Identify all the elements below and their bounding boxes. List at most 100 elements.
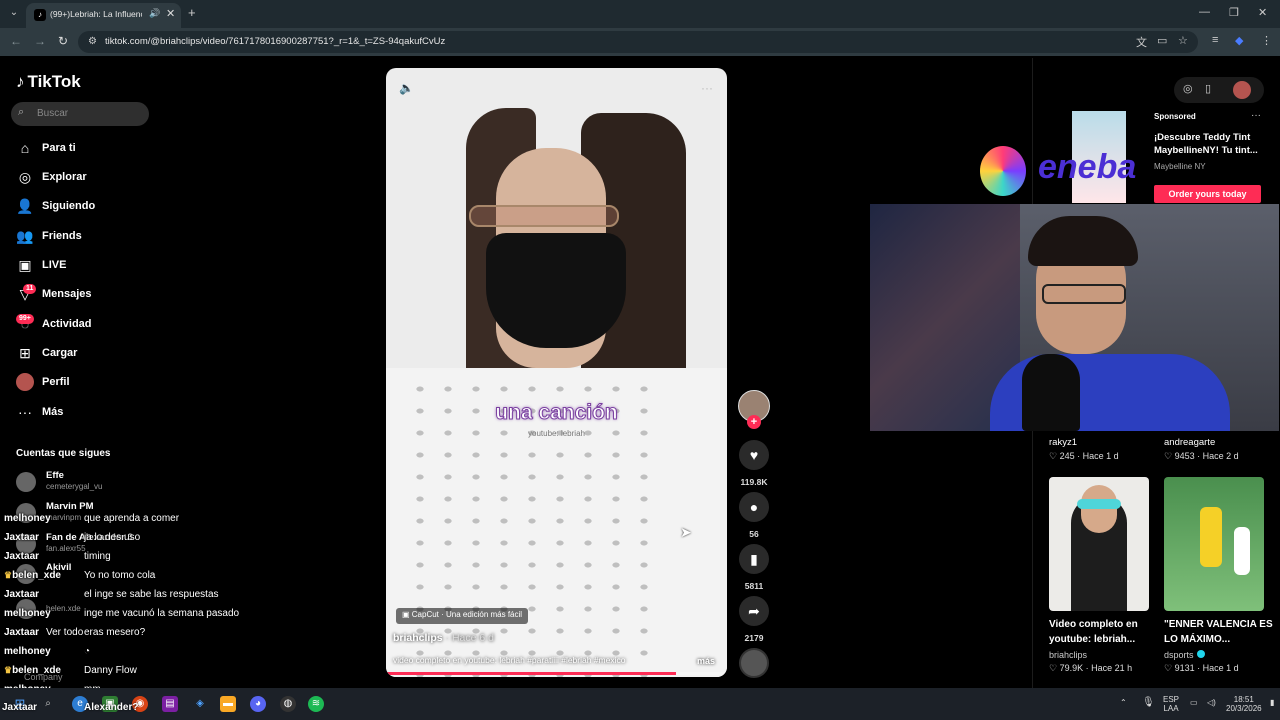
card-title[interactable]: "ENNER VALENCIA ES LO MÁXIMO... <box>1164 617 1274 647</box>
volume-icon[interactable]: ◁) <box>1207 698 1216 707</box>
webcam-glasses <box>1042 284 1126 304</box>
ad-cta-button[interactable]: Order yours today <box>1154 185 1261 203</box>
mic-icon[interactable]: 🎙 <box>1142 698 1155 708</box>
chat-text: el inge se sabe las respuestas <box>84 589 219 600</box>
thumb-player <box>1200 507 1222 567</box>
video-author[interactable]: briahclips · Hace 6 d <box>393 632 494 644</box>
card-likes: 9453 <box>1174 451 1195 461</box>
video-thumbnail[interactable] <box>1049 477 1149 611</box>
chat-user: melhoney <box>4 608 51 619</box>
chat-text: ja lo des uso <box>84 532 141 543</box>
translate-icon[interactable]: 文 <box>1136 34 1147 50</box>
reload-icon[interactable]: ↻ <box>58 34 68 48</box>
comment-button[interactable]: ● <box>739 492 769 522</box>
clock[interactable]: 18:51 20/3/2026 <box>1226 695 1262 713</box>
share-button[interactable]: ➦ <box>739 596 769 626</box>
search-input[interactable]: ⌕ Buscar <box>11 102 149 126</box>
more-link[interactable]: más <box>697 656 715 666</box>
followed-account[interactable]: Effe cemeterygal_vu <box>16 470 156 494</box>
music-disc-icon[interactable] <box>739 648 769 678</box>
heart-outline-icon: ♡ <box>1164 663 1175 673</box>
bookmark-icon: ▮ <box>750 551 758 567</box>
window-close-icon[interactable]: ✕ <box>1258 6 1267 19</box>
card-stats: ♡ 9453 · Hace 2 d <box>1164 451 1239 461</box>
restore-icon[interactable]: ❐ <box>1229 6 1239 19</box>
profile-icon <box>16 373 34 391</box>
language-indicator[interactable]: ESP LAA <box>1163 695 1179 713</box>
nav-label: Explorar <box>42 171 87 183</box>
ad-more-icon[interactable]: ··· <box>1251 110 1261 121</box>
chat-text: eras mesero? <box>84 627 146 638</box>
progress-bar[interactable] <box>386 672 727 675</box>
save-button[interactable]: ▮ <box>739 544 769 574</box>
thumb-head <box>1081 485 1117 533</box>
chat-user: belen_xde <box>12 665 61 676</box>
more-icon: ··· <box>18 404 32 420</box>
tab-search-icon[interactable]: ⌄ <box>6 5 22 21</box>
clock-time: 18:51 <box>1233 695 1254 704</box>
capcut-label: CapCut · Una edición más fácil <box>411 610 523 619</box>
webcam-overlay <box>870 204 1279 431</box>
ad-title[interactable]: ¡Descubre Teddy Tint MaybellineNY! Tu ti… <box>1154 131 1264 157</box>
new-tab-icon[interactable]: + <box>188 5 196 20</box>
close-icon[interactable]: ✕ <box>166 7 175 20</box>
browser-tab[interactable]: ♪ (99+)Lebriah: La Influencia 🔊 ✕ <box>26 3 181 28</box>
eneba-logo-icon <box>980 146 1026 196</box>
obs-icon[interactable]: ◍ <box>280 696 296 712</box>
card-author[interactable]: briahclips <box>1049 650 1087 660</box>
back-icon[interactable]: ← <box>10 34 22 48</box>
card-title[interactable]: Video completo en youtube: lebriah... <box>1049 617 1159 647</box>
author-name: briahclips <box>393 632 443 644</box>
card-author[interactable]: dsports <box>1164 650 1205 660</box>
phone-icon[interactable]: ▯ <box>1205 82 1211 95</box>
browser-menu-icon[interactable]: ⋮ <box>1261 34 1272 47</box>
compass-icon[interactable]: ◎ <box>1183 82 1193 95</box>
chat-user: belen_xde <box>12 570 61 581</box>
chat-text: que aprenda a comer <box>84 513 180 524</box>
user-avatar[interactable] <box>1233 81 1251 99</box>
search-icon[interactable]: ⌕ <box>40 696 56 712</box>
video-player[interactable]: 🔈 ··· una canción youtube: lebriah ▣ Cap… <box>386 68 727 677</box>
tiktok-logo[interactable]: ♪ TikTok <box>16 72 81 92</box>
follow-plus-icon[interactable]: + <box>747 415 761 429</box>
video-thumbnail[interactable] <box>1164 477 1264 611</box>
chat-message: melhoney ◔ <box>4 646 284 662</box>
capcut-badge[interactable]: ▣ CapCut · Una edición más fácil <box>396 608 529 624</box>
app-icon[interactable]: ▤ <box>162 696 178 712</box>
network-icon[interactable]: ▭ <box>1190 698 1198 707</box>
minimize-icon[interactable]: — <box>1199 6 1210 18</box>
bookmark-star-icon[interactable]: ☆ <box>1178 34 1188 47</box>
forward-icon[interactable]: → <box>34 34 46 48</box>
card-author[interactable]: andreagarte <box>1164 437 1215 448</box>
site-info-icon[interactable]: ⚙ <box>88 36 97 47</box>
chat-message: ♛belen_xde Danny Flow <box>4 665 284 681</box>
ver-todo-link[interactable]: Ver todo <box>46 627 83 638</box>
tab-list-icon[interactable]: ≡ <box>1212 34 1218 46</box>
notification-icon[interactable]: ▮ <box>1270 698 1274 707</box>
upload-icon: ⊞ <box>19 345 31 361</box>
nav-label: Actividad <box>42 318 92 330</box>
vscode-icon[interactable]: ◈ <box>192 696 208 712</box>
folder-icon[interactable]: ▬ <box>220 696 236 712</box>
card-time: Hace 1 d <box>1082 451 1119 461</box>
card-stats: ♡ 245 · Hace 1 d <box>1049 451 1119 461</box>
share-count: 2179 <box>744 633 764 643</box>
discord-icon[interactable]: ◕ <box>250 696 266 712</box>
comment-count: 56 <box>749 529 759 539</box>
heart-outline-icon: ♡ <box>1049 663 1060 673</box>
extension-icon[interactable]: ◆ <box>1235 34 1243 47</box>
post-time: · Hace 6 d <box>445 632 494 644</box>
tray-chevron-icon[interactable]: ⌃ <box>1120 698 1127 707</box>
url-field[interactable]: ⚙ tiktok.com/@briahclips/video/761717801… <box>78 31 1198 53</box>
tiktok-favicon-icon: ♪ <box>34 9 46 21</box>
search-icon: ⌕ <box>18 106 25 118</box>
speaker-icon[interactable]: 🔊 <box>149 8 160 19</box>
like-button[interactable]: ♥ <box>739 440 769 470</box>
volume-icon[interactable]: 🔈 <box>399 81 414 95</box>
chat-message: Jaxtaar el inge se sabe las respuestas <box>4 589 284 605</box>
chat-text: Alexander? <box>84 702 139 713</box>
more-options-icon[interactable]: ··· <box>701 81 713 95</box>
card-author[interactable]: rakyz1 <box>1049 437 1077 448</box>
spotify-icon[interactable]: ≋ <box>308 696 324 712</box>
cast-icon[interactable]: ▭ <box>1157 34 1167 47</box>
